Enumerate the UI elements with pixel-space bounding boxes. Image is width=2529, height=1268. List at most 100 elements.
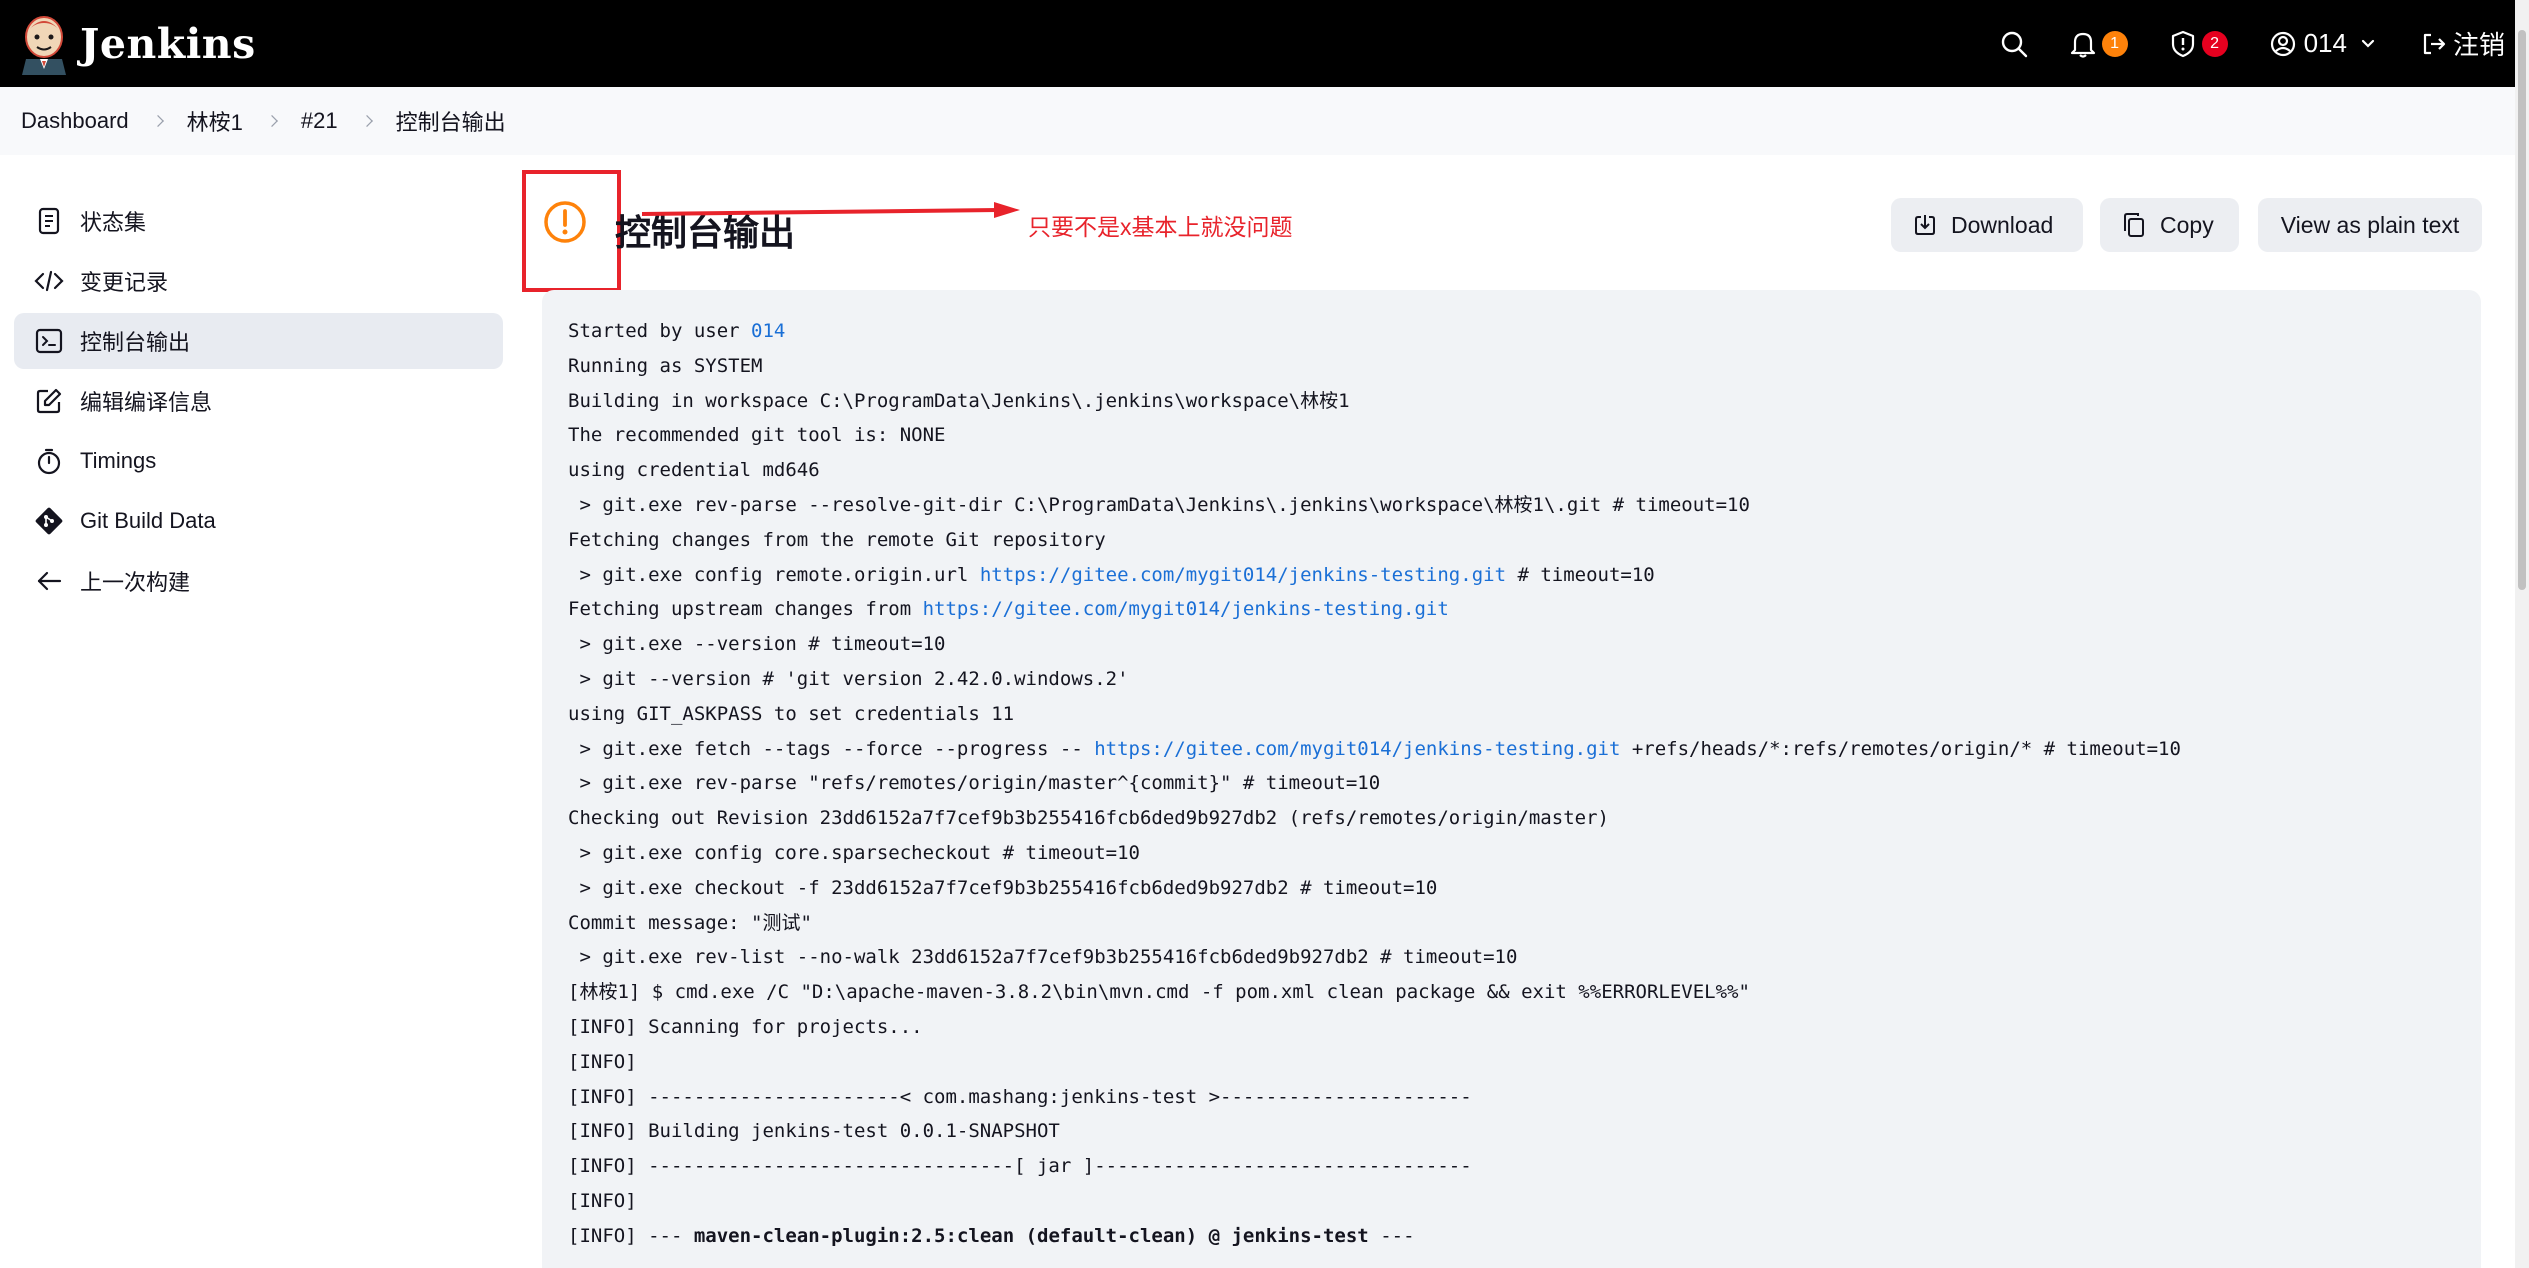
console-text: using credential md646	[568, 459, 820, 482]
console-line: Started by user 014	[568, 314, 2481, 349]
copy-button[interactable]: Copy	[2100, 198, 2239, 252]
console-line: > git.exe rev-parse "refs/remotes/origin…	[568, 766, 2481, 801]
bell-icon	[2070, 32, 2095, 58]
console-link[interactable]: https://gitee.com/mygit014/jenkins-testi…	[980, 564, 1506, 586]
console-text: > git.exe fetch --tags --force --progres…	[568, 737, 1095, 760]
copy-icon	[2122, 212, 2146, 238]
logout-button[interactable]: 注销	[2421, 25, 2505, 62]
document-icon	[34, 206, 64, 236]
console-link[interactable]: 014	[751, 320, 785, 342]
user-menu[interactable]: 014	[2270, 28, 2379, 59]
console-text: The recommended git tool is: NONE	[568, 424, 946, 447]
user-name: 014	[2303, 28, 2347, 58]
edit-icon	[34, 386, 64, 416]
console-text: [INFO] --------------------------------[…	[568, 1155, 1472, 1178]
sidebar-item-changes[interactable]: 变更记录	[14, 253, 503, 309]
console-text: ---	[1368, 1224, 1415, 1247]
console-line: using credential md646	[568, 453, 2481, 488]
console-line: [INFO] --------------------------------[…	[568, 1149, 2481, 1184]
jenkins-butler-logo-icon	[22, 15, 66, 75]
annotation-text: 只要不是x基本上就没问题	[1028, 214, 1293, 240]
console-line: using GIT_ASKPASS to set credentials 11	[568, 697, 2481, 732]
console-link[interactable]: https://gitee.com/mygit014/jenkins-testi…	[923, 598, 1449, 620]
console-text: > git.exe --version # timeout=10	[568, 633, 946, 656]
code-icon	[34, 266, 64, 296]
download-button[interactable]: Download	[1891, 198, 2083, 252]
console-line: > git.exe config remote.origin.url https…	[568, 558, 2481, 593]
scrollbar-thumb[interactable]	[2518, 30, 2526, 590]
console-text: +refs/heads/*:refs/remotes/origin/* # ti…	[1620, 737, 2181, 760]
console-line: Building in workspace C:\ProgramData\Jen…	[568, 384, 2481, 419]
console-line: [INFO] --- maven-clean-plugin:2.5:clean …	[568, 1219, 2481, 1254]
console-text: # timeout=10	[1506, 563, 1655, 586]
sidebar-item-status[interactable]: 状态集	[14, 193, 503, 249]
console-line: > git.exe fetch --tags --force --progres…	[568, 732, 2481, 767]
sidebar-item-label: Timings	[80, 448, 157, 473]
jenkins-home-link[interactable]: Jenkins	[20, 0, 256, 87]
console-text: > git --version # 'git version 2.42.0.wi…	[568, 667, 1129, 690]
view-plain-text-label: View as plain text	[2280, 211, 2460, 238]
console-line: > git.exe checkout -f 23dd6152a7f7cef9b3…	[568, 871, 2481, 906]
git-icon	[34, 506, 64, 536]
download-icon	[1913, 213, 1937, 237]
breadcrumb-console[interactable]: 控制台输出	[396, 105, 506, 137]
console-text: > git.exe rev-parse "refs/remotes/origin…	[568, 772, 1381, 795]
logout-icon	[2423, 33, 2446, 54]
console-text: [INFO] ---	[568, 1224, 694, 1247]
console-line: > git.exe --version # timeout=10	[568, 627, 2481, 662]
sidebar-item-edit-build-info[interactable]: 编辑编译信息	[14, 373, 503, 429]
sidebar-item-label: 变更记录	[80, 270, 169, 295]
console-text: [INFO] ----------------------< com.masha…	[568, 1085, 1472, 1108]
console-line: [INFO]	[568, 1184, 2481, 1219]
console-text: using GIT_ASKPASS to set credentials 11	[568, 702, 1015, 725]
search-icon	[2001, 31, 2027, 57]
console-text: Running as SYSTEM	[568, 354, 763, 377]
console-line: [INFO] ----------------------< com.masha…	[568, 1080, 2481, 1115]
sidebar-item-label: 上一次构建	[80, 570, 191, 595]
security-badge: 2	[2201, 30, 2228, 57]
console-text: Commit message: "测试"	[568, 911, 812, 934]
breadcrumb-build[interactable]: #21	[301, 108, 338, 134]
sidebar-item-console-output[interactable]: 控制台输出	[14, 313, 503, 369]
console-text: [INFO]	[568, 1189, 637, 1212]
stopwatch-icon	[34, 446, 64, 476]
console-text: [林桉1] $ cmd.exe /C "D:\apache-maven-3.8.…	[568, 981, 1750, 1004]
notifications-button[interactable]: 1	[2070, 30, 2128, 58]
sidebar-item-label: 编辑编译信息	[80, 390, 213, 415]
console-text: Started by user	[568, 320, 752, 342]
console-text: Fetching upstream changes from	[568, 598, 923, 621]
console-output[interactable]: Started by user 014 Running as SYSTEM Buil…	[542, 290, 2481, 1268]
user-circle-icon	[2270, 31, 2295, 56]
chevron-right-icon	[360, 115, 373, 127]
breadcrumb-dashboard[interactable]: Dashboard	[21, 108, 129, 134]
sidebar-item-timings[interactable]: Timings	[14, 433, 503, 489]
security-button[interactable]: 2	[2170, 30, 2228, 58]
sidebar-item-previous-build[interactable]: 上一次构建	[14, 553, 503, 609]
top-navbar: Jenkins 1 2 014 注销	[0, 0, 2515, 87]
chevron-right-icon	[151, 115, 164, 127]
console-line: [INFO]	[568, 1045, 2481, 1080]
sidebar-item-git-build-data[interactable]: Git Build Data	[14, 493, 503, 549]
console-text: [INFO] Scanning for projects...	[568, 1015, 923, 1038]
console-text: > git.exe rev-list --no-walk 23dd6152a7f…	[568, 946, 1518, 969]
console-text: [INFO]	[568, 1050, 637, 1073]
console-line: [INFO] Scanning for projects...	[568, 1010, 2481, 1045]
header-actions: 1 2 014 注销	[1958, 0, 2505, 87]
console-line: Running as SYSTEM	[568, 349, 2481, 384]
search-button[interactable]	[2000, 30, 2028, 58]
chevron-down-icon	[2361, 39, 2375, 48]
console-link[interactable]: https://gitee.com/mygit014/jenkins-testi…	[1094, 738, 1620, 760]
download-label: Download	[1951, 211, 2054, 238]
chevron-right-icon	[265, 115, 278, 127]
view-plain-text-button[interactable]: View as plain text	[2258, 198, 2482, 252]
console-line: [林桉1] $ cmd.exe /C "D:\apache-maven-3.8.…	[568, 975, 2481, 1010]
console-line: [INFO] Building jenkins-test 0.0.1-SNAPS…	[568, 1114, 2481, 1149]
console-header: 控制台输出 只要不是x基本上就没问题 Download Copy View as…	[522, 170, 2482, 300]
page-scrollbar[interactable]	[2515, 0, 2529, 1268]
console-text: > git.exe checkout -f 23dd6152a7f7cef9b3…	[568, 876, 1438, 899]
console-line: The recommended git tool is: NONE	[568, 418, 2481, 453]
copy-label: Copy	[2160, 211, 2214, 238]
console-text: > git.exe config core.sparsecheckout # t…	[568, 841, 1140, 864]
console-text: [INFO] Building jenkins-test 0.0.1-SNAPS…	[568, 1120, 1060, 1143]
breadcrumb-job[interactable]: 林桉1	[187, 105, 243, 137]
